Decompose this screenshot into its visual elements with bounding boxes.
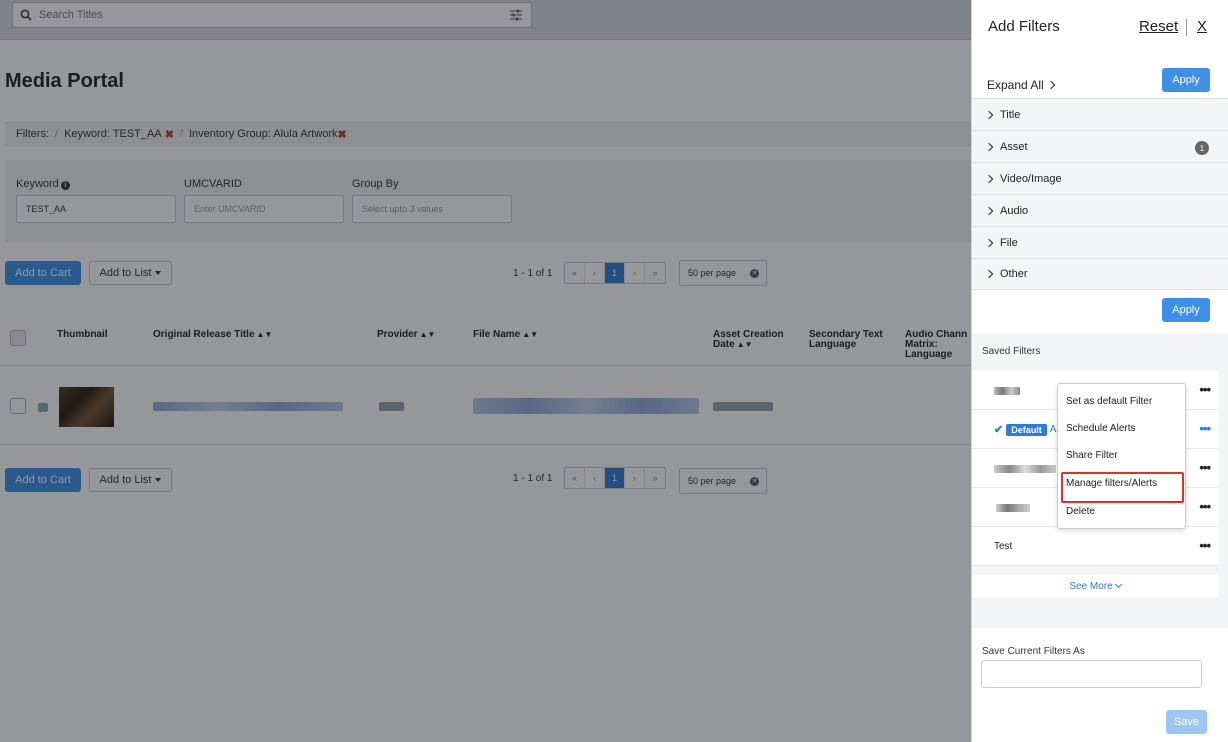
apply-button-top[interactable]: Apply (1162, 68, 1210, 92)
count-badge: 1 (1195, 141, 1209, 155)
see-more-link[interactable]: See More (972, 575, 1218, 597)
more-options-icon[interactable]: ••• (1199, 538, 1211, 553)
drawer-title: Add Filters (988, 18, 1060, 35)
menu-item-share-filter[interactable]: Share Filter (1066, 450, 1118, 461)
category-label: Audio (1000, 204, 1029, 217)
category-other[interactable]: Other (972, 258, 1228, 290)
default-indicator: ✔ Default A (994, 423, 1056, 436)
category-title[interactable]: Title (972, 98, 1228, 130)
menu-item-manage-filters-alerts[interactable]: Manage filters/Alerts (1066, 478, 1157, 489)
default-badge: Default (1006, 423, 1047, 436)
chevron-right-icon (984, 142, 994, 151)
close-button[interactable]: X (1197, 18, 1207, 35)
category-label: Video/Image (1000, 172, 1062, 185)
saved-filter-name: Test (994, 541, 1013, 552)
chevron-right-icon (984, 174, 994, 183)
more-options-icon[interactable]: ••• (1199, 421, 1211, 436)
category-label: File (1000, 236, 1018, 249)
category-file[interactable]: File (972, 226, 1228, 258)
category-asset[interactable]: Asset 1 (972, 130, 1228, 162)
saved-filters-title: Saved Filters (982, 346, 1041, 357)
category-video-image[interactable]: Video/Image (972, 162, 1228, 194)
chevron-right-icon (984, 269, 994, 279)
add-filters-drawer: Add Filters Reset X Expand All Apply Tit… (971, 0, 1228, 742)
chevron-right-icon (984, 238, 994, 247)
apply-button-bottom[interactable]: Apply (1162, 298, 1210, 322)
category-label: Asset (1000, 140, 1028, 153)
more-options-icon[interactable]: ••• (1199, 460, 1211, 475)
redacted-text (994, 387, 1020, 395)
category-label: Other (1000, 268, 1028, 280)
filter-category-list: Title Asset 1 Video/Image Audio File Othe… (972, 98, 1228, 290)
saved-filter-row[interactable]: Test ••• (972, 527, 1218, 566)
category-label: Title (1000, 108, 1021, 121)
expand-all-toggle[interactable]: Expand All (987, 78, 1055, 92)
chevron-right-icon (984, 110, 994, 119)
menu-item-delete[interactable]: Delete (1066, 506, 1095, 517)
more-options-icon[interactable]: ••• (1199, 499, 1211, 514)
divider (1186, 19, 1187, 36)
chevron-right-icon (1046, 80, 1055, 90)
chevron-down-icon (1114, 580, 1122, 589)
expand-all-label: Expand All (987, 78, 1044, 92)
redacted-text (996, 504, 1030, 512)
redacted-text (994, 465, 1056, 473)
saved-filter-name-fragment: A (1049, 424, 1057, 435)
see-more-label: See More (1069, 580, 1113, 592)
save-as-label: Save Current Filters As (982, 646, 1085, 657)
more-options-icon[interactable]: ••• (1199, 382, 1211, 397)
chevron-right-icon (984, 206, 994, 215)
check-icon: ✔ (994, 424, 1004, 436)
save-as-input[interactable] (981, 660, 1202, 688)
menu-item-set-default[interactable]: Set as default Filter (1066, 396, 1152, 407)
reset-link[interactable]: Reset (1139, 18, 1178, 35)
saved-filter-context-menu: Set as default Filter Schedule Alerts Sh… (1057, 383, 1186, 529)
menu-item-schedule-alerts[interactable]: Schedule Alerts (1066, 423, 1136, 434)
save-button[interactable]: Save (1166, 710, 1207, 734)
modal-backdrop[interactable] (0, 0, 972, 742)
category-audio[interactable]: Audio (972, 194, 1228, 226)
